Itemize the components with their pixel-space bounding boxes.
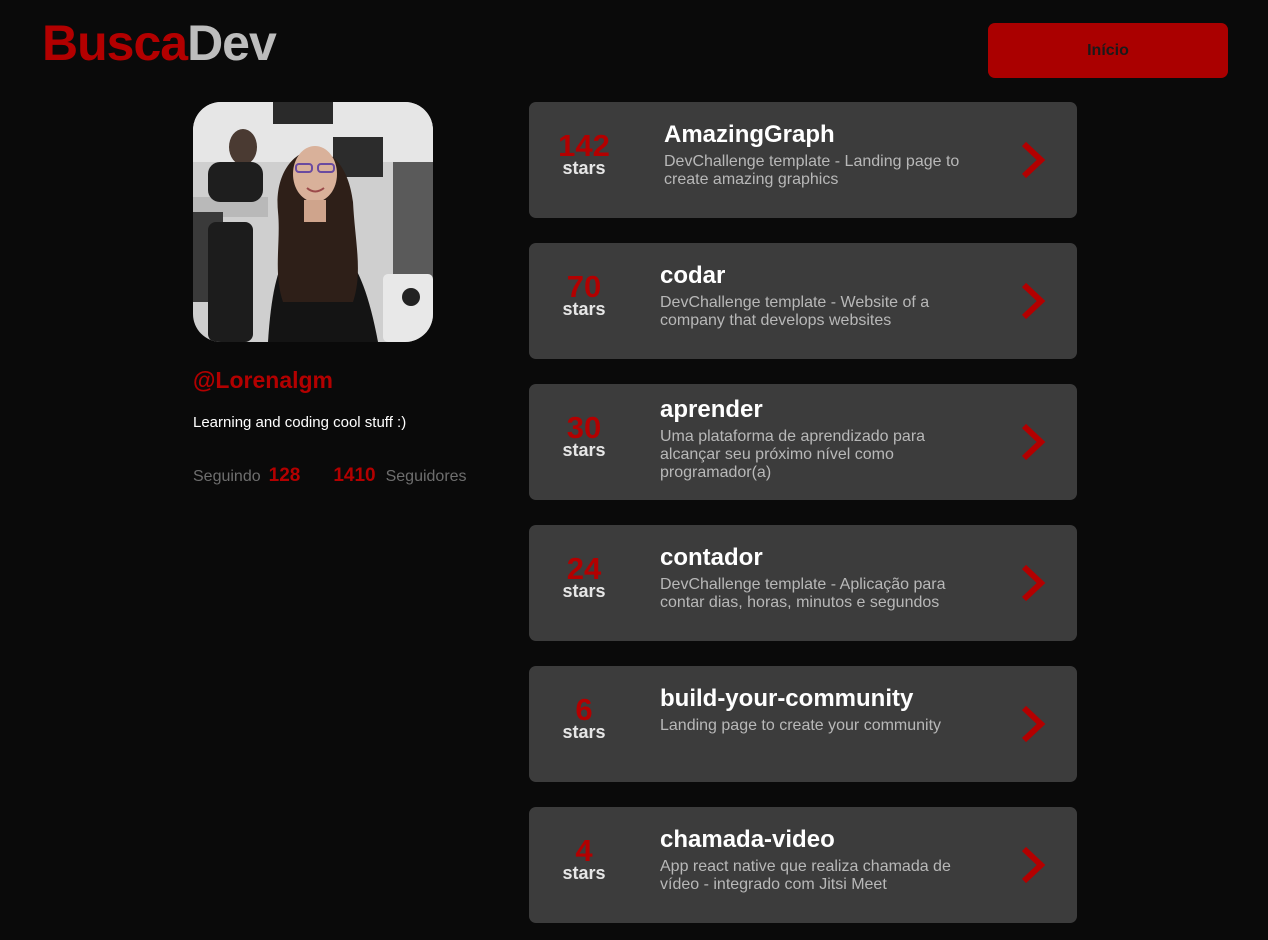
- repo-stars: 24 stars: [529, 553, 639, 600]
- chevron-right-icon[interactable]: [1019, 704, 1047, 744]
- repo-description: Uma plataforma de aprendizado para alcan…: [660, 428, 926, 481]
- stars-label: stars: [562, 863, 606, 883]
- logo-busca: Busca: [42, 15, 188, 71]
- repo-card[interactable]: 6 stars build-your-community Landing pag…: [529, 666, 1077, 782]
- repo-stars: 6 stars: [529, 694, 639, 741]
- repo-stars: 70 stars: [529, 271, 639, 318]
- repo-card[interactable]: 142 stars AmazingGraph DevChallenge temp…: [529, 102, 1077, 218]
- bio: Learning and coding cool stuff :): [193, 414, 407, 431]
- stars-count: 142: [558, 128, 610, 163]
- repo-description: Landing page to create your community: [660, 717, 942, 734]
- logo-dev: Dev: [187, 15, 277, 71]
- following-label: Seguindo: [193, 468, 261, 485]
- followers-label: Seguidores: [385, 468, 467, 485]
- repo-card[interactable]: 24 stars contador DevChallenge template …: [529, 525, 1077, 641]
- following-count[interactable]: 128: [269, 465, 301, 487]
- repo-stars: 30 stars: [529, 412, 639, 459]
- repo-name: aprender: [660, 396, 763, 423]
- repo-name: build-your-community: [660, 685, 914, 712]
- stars-label: stars: [562, 722, 606, 742]
- stars-count: 24: [566, 551, 602, 586]
- stars-label: stars: [562, 581, 606, 601]
- stars-label: stars: [562, 158, 606, 178]
- repo-description: DevChallenge template - Landing page to …: [664, 153, 960, 188]
- chevron-right-icon[interactable]: [1019, 281, 1047, 321]
- repo-description: DevChallenge template - Aplicação para c…: [660, 576, 946, 611]
- repo-stars: 142 stars: [529, 130, 639, 177]
- chevron-right-icon[interactable]: [1019, 563, 1047, 603]
- stars-count: 70: [566, 269, 602, 304]
- stars-count: 30: [566, 410, 602, 445]
- repo-description: DevChallenge template - Website of a com…: [660, 294, 930, 329]
- repo-name: chamada-video: [660, 826, 835, 853]
- repo-name: contador: [660, 544, 763, 571]
- stars-label: stars: [562, 440, 606, 460]
- repo-stars: 4 stars: [529, 835, 639, 882]
- logo[interactable]: BuscaDev: [42, 14, 277, 72]
- repo-card[interactable]: 70 stars codar DevChallenge template - W…: [529, 243, 1077, 359]
- repo-description: App react native que realiza chamada de …: [660, 858, 951, 893]
- repo-card[interactable]: 4 stars chamada-video App react native q…: [529, 807, 1077, 923]
- home-button[interactable]: Início: [988, 23, 1228, 78]
- stars-label: stars: [562, 299, 606, 319]
- username[interactable]: @Lorenalgm: [193, 367, 333, 394]
- repo-name: codar: [660, 262, 726, 289]
- stars-count: 6: [575, 692, 593, 727]
- stars-count: 4: [575, 833, 593, 868]
- follow-stats: Seguindo 128 1410 Seguidores: [193, 465, 467, 487]
- repo-card[interactable]: 30 stars aprender Uma plataforma de apre…: [529, 384, 1077, 500]
- followers-count[interactable]: 1410: [333, 465, 375, 487]
- repo-name: AmazingGraph: [664, 121, 835, 148]
- chevron-right-icon[interactable]: [1019, 845, 1047, 885]
- avatar: [193, 102, 433, 342]
- chevron-right-icon[interactable]: [1019, 140, 1047, 180]
- chevron-right-icon[interactable]: [1019, 422, 1047, 462]
